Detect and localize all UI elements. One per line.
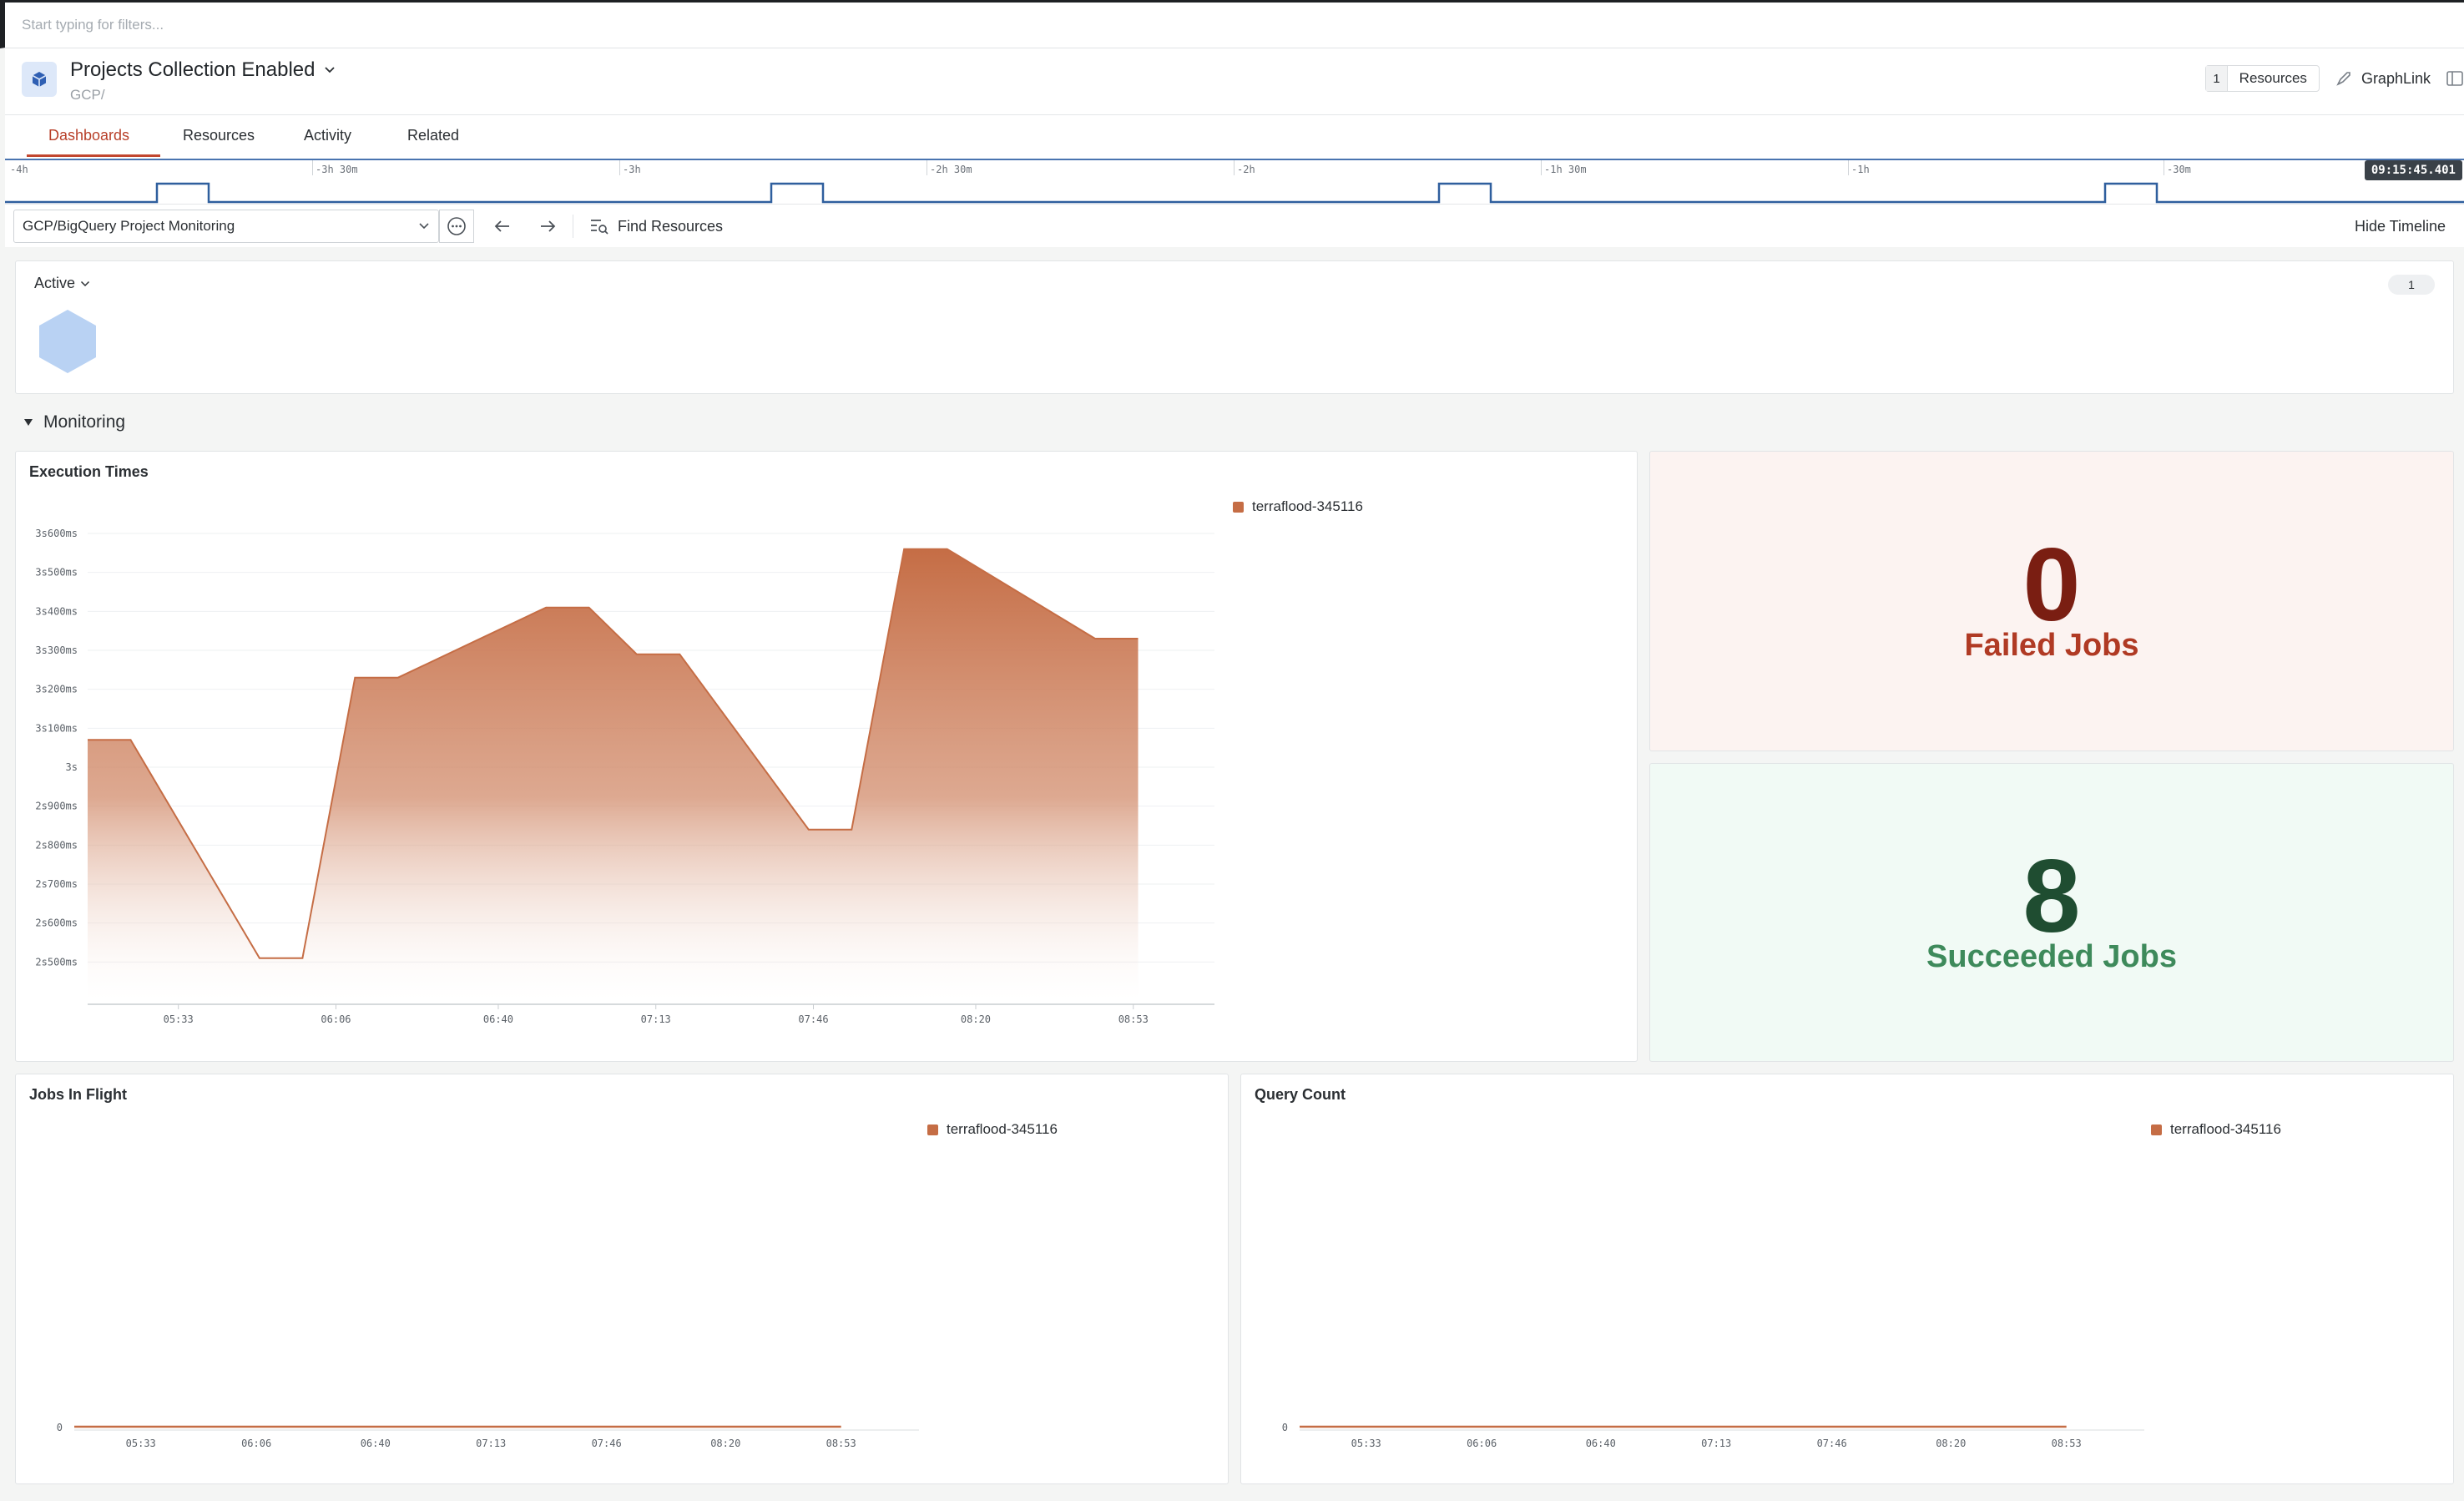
filter-bar	[0, 0, 2464, 48]
chevron-down-icon	[419, 223, 429, 230]
tab-bar: Dashboards Resources Activity Related	[5, 115, 2464, 159]
count-badge: 1	[2388, 275, 2435, 295]
status-select-label: Active	[34, 275, 76, 291]
timeline-current-time: 09:15:45.401	[2364, 160, 2462, 180]
chevron-down-icon	[324, 67, 335, 73]
rocket-icon	[2336, 72, 2350, 86]
resources-label: Resources	[2239, 70, 2307, 86]
resources-count: 1	[2206, 66, 2228, 91]
tab-related[interactable]: Related	[407, 127, 459, 144]
x-tick-label: 07:46	[1817, 1438, 1847, 1449]
y-tick-label: 2s500ms	[35, 956, 78, 968]
section-title: Monitoring	[43, 412, 126, 432]
failed-jobs-card: 0 Failed Jobs	[1649, 451, 2454, 751]
y-tick-label: 3s500ms	[35, 567, 78, 579]
page-header: Projects Collection Enabled GCP/ 1 Resou…	[5, 48, 2464, 115]
x-tick-label: 06:06	[321, 1013, 351, 1025]
x-tick-label: 08:53	[1118, 1013, 1149, 1025]
tab-dashboards[interactable]: Dashboards	[48, 127, 129, 144]
y-tick-label: 0	[57, 1422, 63, 1433]
query-count-chart[interactable]: 0 05:33 06:06 06:40 07:13 07:46 08:20 08:53	[1241, 1074, 2455, 1485]
y-tick-label: 3s300ms	[35, 644, 78, 656]
chevron-down-icon	[81, 280, 90, 286]
failed-jobs-value: 0	[2022, 527, 2081, 643]
x-tick-label: 05:33	[126, 1438, 156, 1449]
x-tick-label: 07:13	[476, 1438, 506, 1449]
x-tick-label: 08:20	[710, 1438, 740, 1449]
x-tick-label: 07:46	[592, 1438, 622, 1449]
x-tick-label: 06:06	[241, 1438, 271, 1449]
x-tick-label: 06:40	[361, 1438, 391, 1449]
timeline[interactable]: -4h -3h 30m -3h -2h 30m -2h -1h 30m -1h …	[5, 159, 2464, 204]
breadcrumb[interactable]: GCP/	[70, 87, 105, 104]
monitoring-section-toggle[interactable]: Monitoring	[23, 412, 125, 432]
arrow-left-icon[interactable]	[491, 215, 514, 238]
x-tick-label: 06:06	[1467, 1438, 1497, 1449]
status-select[interactable]: Active	[34, 275, 90, 292]
jobs-in-flight-panel: Jobs In Flight terraflood-345116 0 05:33 0…	[15, 1074, 1229, 1484]
graphlink-button[interactable]: GraphLink	[2335, 69, 2431, 88]
execution-times-panel: Execution Times terraflood-345116 2s500m…	[15, 451, 1638, 1062]
find-resources-label: Find Resources	[618, 217, 724, 235]
jobs-in-flight-chart[interactable]: 0 05:33 06:06 06:40 07:13 07:46 08:20 08:53	[16, 1074, 1229, 1485]
succeeded-jobs-label: Succeeded Jobs	[1926, 938, 2177, 974]
x-tick-label: 05:33	[164, 1013, 194, 1025]
filter-input[interactable]	[22, 13, 1023, 38]
y-tick-label: 2s900ms	[35, 801, 78, 812]
arrow-right-icon[interactable]	[536, 215, 559, 238]
succeeded-jobs-value: 8	[2022, 838, 2081, 954]
x-tick-label: 07:13	[641, 1013, 671, 1025]
succeeded-jobs-card: 8 Succeeded Jobs	[1649, 763, 2454, 1062]
tab-activity[interactable]: Activity	[304, 127, 351, 144]
x-tick-label: 08:20	[1936, 1438, 1966, 1449]
timeline-activity-line	[5, 182, 2464, 204]
y-tick-label: 2s600ms	[35, 917, 78, 929]
tab-resources[interactable]: Resources	[183, 127, 255, 144]
x-tick-label: 07:46	[798, 1013, 828, 1025]
side-panel-icon[interactable]	[2446, 69, 2464, 88]
dashboard-select[interactable]: GCP/BigQuery Project Monitoring	[13, 210, 439, 243]
x-tick-label: 08:20	[961, 1013, 991, 1025]
x-tick-label: 07:13	[1701, 1438, 1731, 1449]
y-tick-label: 3s400ms	[35, 605, 78, 617]
query-count-panel: Query Count terraflood-345116 0 05:33 06:0…	[1240, 1074, 2454, 1484]
x-tick-label: 05:33	[1351, 1438, 1381, 1449]
hide-timeline-button[interactable]: Hide Timeline	[2355, 218, 2446, 235]
resources-button[interactable]: 1 Resources	[2205, 65, 2320, 92]
x-tick-label: 08:53	[2052, 1438, 2082, 1449]
caret-down-icon	[24, 419, 33, 426]
x-tick-label: 06:40	[483, 1013, 513, 1025]
page-title-text: Projects Collection Enabled	[70, 58, 316, 81]
page-title[interactable]: Projects Collection Enabled	[70, 58, 336, 82]
y-tick-label: 3s600ms	[35, 528, 78, 539]
failed-jobs-label: Failed Jobs	[1964, 627, 2139, 663]
y-tick-label: 0	[1282, 1422, 1288, 1433]
x-tick-label: 06:40	[1586, 1438, 1616, 1449]
y-tick-label: 3s100ms	[35, 722, 78, 734]
graphlink-label: GraphLink	[2360, 69, 2431, 87]
find-resources-button[interactable]: Find Resources	[589, 216, 723, 236]
y-tick-label: 3s	[66, 761, 78, 773]
active-tab-indicator	[27, 154, 160, 157]
dashboard-select-value: GCP/BigQuery Project Monitoring	[23, 218, 235, 234]
more-icon	[447, 217, 466, 235]
x-tick-label: 08:53	[826, 1438, 856, 1449]
resource-hexagon[interactable]	[38, 308, 98, 375]
y-tick-label: 2s700ms	[35, 878, 78, 890]
list-search-icon	[591, 220, 608, 235]
more-options-button[interactable]	[439, 210, 474, 243]
dashboard-toolbar: GCP/BigQuery Project Monitoring Find Res…	[5, 204, 2464, 247]
execution-times-chart[interactable]: 2s500ms 2s600ms 2s700ms 2s800ms 2s900ms 3s 3s1…	[16, 452, 1638, 1063]
cube-icon	[22, 62, 57, 97]
y-tick-label: 3s200ms	[35, 684, 78, 695]
active-resources-card: Active 1	[15, 260, 2454, 394]
y-tick-label: 2s800ms	[35, 839, 78, 851]
